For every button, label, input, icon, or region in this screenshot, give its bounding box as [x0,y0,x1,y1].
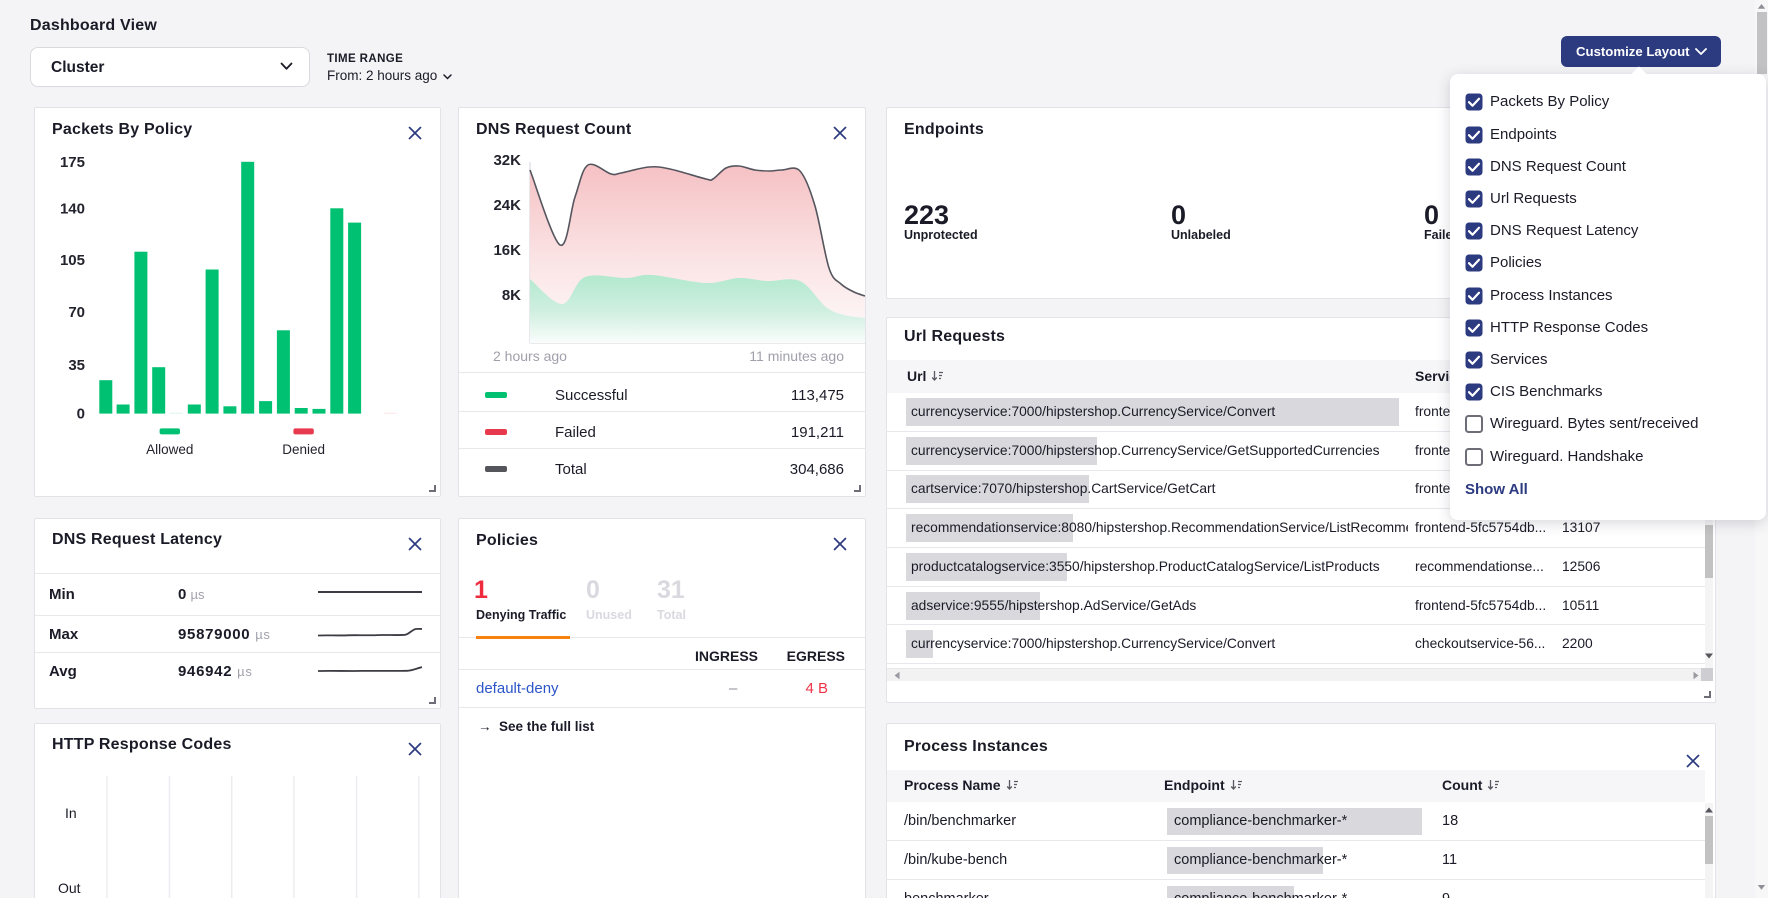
svg-text:35: 35 [68,357,85,374]
svg-text:175: 175 [60,154,85,171]
svg-text:32K: 32K [493,152,521,169]
svg-text:140: 140 [60,201,85,218]
svg-text:0: 0 [77,406,85,423]
svg-text:Denied: Denied [282,442,325,457]
svg-text:16K: 16K [493,242,521,259]
svg-text:8K: 8K [502,287,521,304]
svg-text:Allowed: Allowed [146,442,193,457]
svg-text:24K: 24K [493,197,521,214]
svg-text:70: 70 [68,304,85,321]
svg-text:105: 105 [60,252,85,269]
